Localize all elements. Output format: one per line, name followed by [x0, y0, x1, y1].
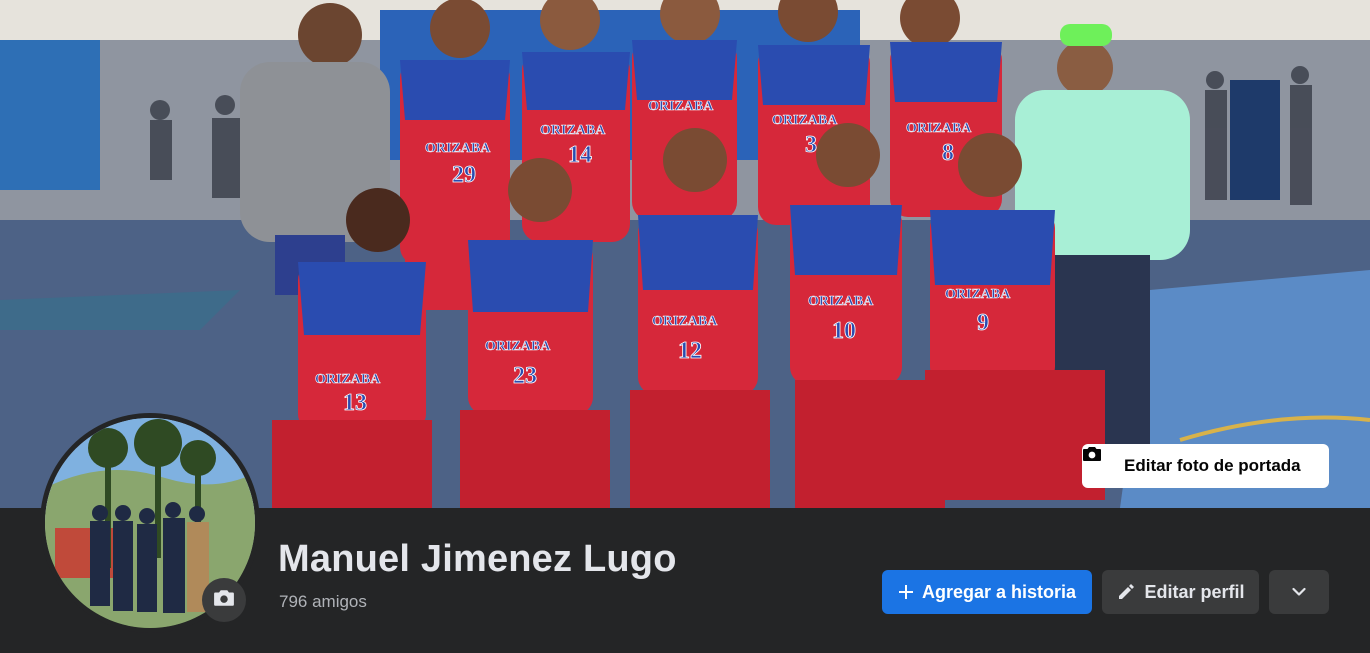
jersey-text: ORIZABA — [485, 339, 551, 354]
more-options-button[interactable] — [1269, 570, 1329, 614]
edit-cover-photo-label: Editar foto de portada — [1124, 456, 1301, 475]
jersey-number: 29 — [452, 162, 476, 188]
jersey-text: ORIZABA — [315, 372, 381, 387]
chevron-down-icon — [1292, 587, 1306, 597]
plus-icon — [898, 584, 914, 600]
jersey-text: ORIZABA — [808, 294, 874, 309]
jersey-number: 23 — [513, 363, 537, 389]
jersey-number: 9 — [977, 310, 989, 336]
add-to-story-button[interactable]: Agregar a historia — [882, 570, 1092, 614]
jersey-text: ORIZABA — [772, 113, 838, 128]
jersey-text: ORIZABA — [648, 99, 714, 114]
jersey-number: 10 — [832, 318, 856, 344]
jersey-text: ORIZABA — [425, 141, 491, 156]
jersey-number: 8 — [942, 140, 954, 166]
update-avatar-button[interactable] — [202, 578, 246, 622]
pencil-icon — [1116, 582, 1136, 602]
jersey-text: ORIZABA — [945, 287, 1011, 302]
edit-cover-photo-button[interactable]: Editar foto de portada — [1082, 444, 1329, 488]
jersey-text: ORIZABA — [540, 123, 606, 138]
add-to-story-label: Agregar a historia — [921, 581, 1077, 602]
jersey-number: 12 — [678, 338, 702, 364]
friends-count-link[interactable]: 796 amigos — [279, 592, 367, 612]
camera-icon — [213, 587, 235, 614]
profile-name: Manuel Jimenez Lugo — [278, 538, 677, 580]
camera-icon — [1083, 447, 1116, 476]
jersey-number: 13 — [343, 390, 367, 416]
edit-profile-button[interactable]: Editar perfil — [1102, 570, 1259, 614]
jersey-number: 14 — [568, 142, 592, 168]
jersey-text: ORIZABA — [652, 314, 718, 329]
jersey-number: 3 — [805, 132, 817, 158]
edit-profile-label: Editar perfil — [1144, 581, 1245, 602]
jersey-text: ORIZABA — [906, 121, 972, 136]
